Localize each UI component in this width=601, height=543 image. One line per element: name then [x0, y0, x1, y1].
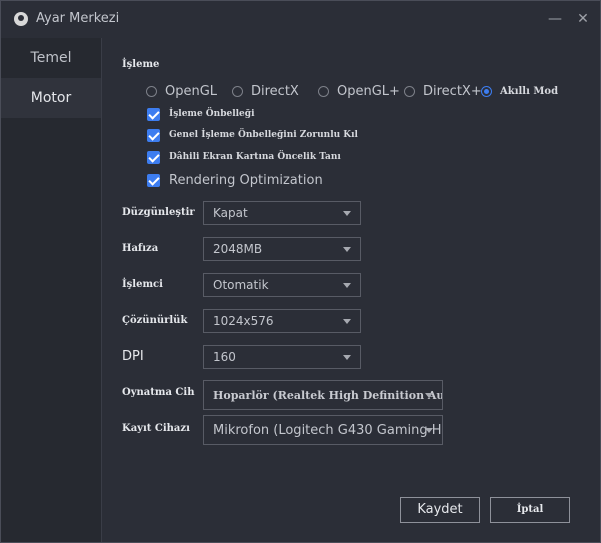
radio-opengl-plus[interactable]: OpenGL+: [318, 83, 400, 99]
checkbox-render-cache[interactable]: İşleme Önbelleği: [147, 107, 254, 121]
radio-circle: [318, 85, 329, 97]
select-value: Hoparlör (Realtek High Definition Audio): [213, 389, 442, 402]
checkbox-checked-icon: [147, 107, 160, 121]
dpi-select[interactable]: 160: [203, 345, 361, 369]
cpu-label: İşlemci: [122, 279, 163, 290]
radio-circle: [404, 85, 415, 97]
window-title: Ayar Merkezi: [36, 11, 120, 26]
chevron-down-icon: [425, 428, 433, 433]
chevron-down-icon: [343, 355, 351, 360]
radio-smart-mode[interactable]: Akıllı Mod: [481, 83, 558, 99]
radio-label: Akıllı Mod: [500, 85, 559, 97]
sidebar-item-motor[interactable]: Motor: [1, 78, 101, 118]
chevron-down-icon: [343, 283, 351, 288]
title-bar: Ayar Merkezi — ✕: [1, 1, 600, 37]
select-value: Otomatik: [213, 278, 269, 292]
rendering-mode-group: OpenGL DirectX OpenGL+ DirectX+ Akıllı M…: [146, 83, 601, 99]
radio-circle: [146, 85, 157, 97]
chevron-down-icon: [425, 393, 433, 398]
dpi-label: DPI: [122, 349, 144, 364]
cancel-button[interactable]: İptal: [490, 497, 570, 523]
settings-window: Ayar Merkezi — ✕ Temel Motor İşleme Open…: [0, 0, 601, 543]
radio-label: DirectX+: [423, 83, 482, 99]
memory-label: Hafıza: [122, 243, 159, 254]
radio-opengl[interactable]: OpenGL: [146, 83, 217, 99]
radio-circle: [481, 85, 492, 97]
select-value: 160: [213, 350, 236, 364]
select-value: Kapat: [213, 206, 248, 220]
sidebar-item-temel[interactable]: Temel: [1, 38, 101, 78]
radio-directx[interactable]: DirectX: [232, 83, 299, 99]
checkbox-checked-icon: [147, 173, 160, 187]
select-value: Mikrofon (Logitech G430 Gaming Heads: [213, 423, 442, 438]
radio-label: OpenGL+: [337, 83, 400, 99]
engine-settings-panel: İşleme OpenGL DirectX OpenGL+ DirectX+ A…: [102, 38, 600, 542]
checkbox-integrated-gpu-priority[interactable]: Dâhili Ekran Kartına Öncelik Tanı: [147, 150, 341, 164]
checkbox-force-global-cache[interactable]: Genel İşleme Önbelleğini Zorunlu Kıl: [147, 128, 358, 142]
checkbox-checked-icon: [147, 128, 160, 142]
minimize-icon[interactable]: —: [545, 9, 565, 29]
radio-circle: [232, 85, 243, 97]
record-device-label: Kayıt Cihazı: [122, 423, 190, 434]
record-device-select[interactable]: Mikrofon (Logitech G430 Gaming Heads: [203, 415, 443, 445]
radio-directx-plus[interactable]: DirectX+: [404, 83, 482, 99]
sidebar: Temel Motor: [1, 38, 102, 542]
playback-device-select[interactable]: Hoparlör (Realtek High Definition Audio): [203, 380, 443, 410]
checkbox-label: İşleme Önbelleği: [169, 109, 255, 119]
playback-device-label: Oynatma Cih: [122, 387, 195, 398]
smoothing-select[interactable]: Kapat: [203, 201, 361, 225]
checkbox-label: Dâhili Ekran Kartına Öncelik Tanı: [169, 152, 341, 162]
radio-label: OpenGL: [165, 83, 218, 99]
radio-label: DirectX: [251, 83, 299, 99]
cpu-select[interactable]: Otomatik: [203, 273, 361, 297]
checkbox-rendering-optimization[interactable]: Rendering Optimization: [147, 172, 323, 188]
checkbox-label: Genel İşleme Önbelleğini Zorunlu Kıl: [169, 130, 358, 140]
memory-select[interactable]: 2048MB: [203, 237, 361, 261]
chevron-down-icon: [343, 247, 351, 252]
resolution-label: Çözünürlük: [122, 315, 188, 326]
select-value: 1024x576: [213, 314, 274, 328]
rendering-label: İşleme: [122, 59, 160, 70]
select-value: 2048MB: [213, 242, 263, 256]
app-logo-icon: [14, 12, 28, 26]
checkbox-label: Rendering Optimization: [169, 172, 323, 188]
chevron-down-icon: [343, 319, 351, 324]
save-button[interactable]: Kaydet: [400, 497, 480, 523]
smoothing-label: Düzgünleştir: [122, 207, 195, 218]
close-icon[interactable]: ✕: [573, 9, 593, 29]
resolution-select[interactable]: 1024x576: [203, 309, 361, 333]
checkbox-checked-icon: [147, 150, 160, 164]
chevron-down-icon: [343, 211, 351, 216]
